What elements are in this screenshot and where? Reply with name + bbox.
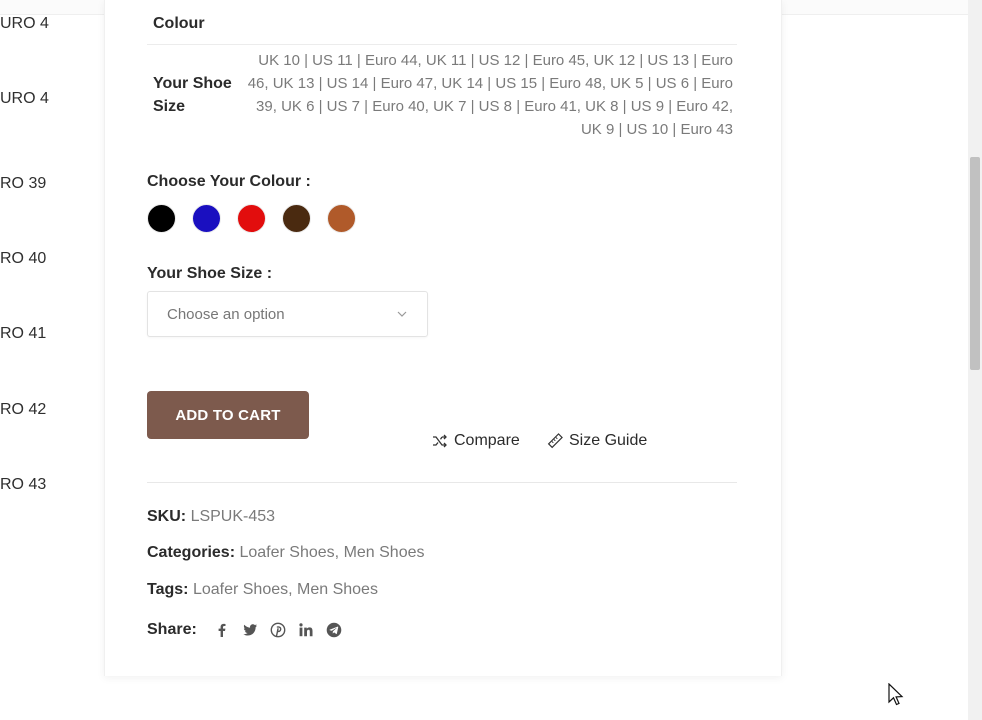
attribute-shoe-size-label: Your Shoe Size	[153, 75, 232, 115]
categories-label: Categories:	[147, 544, 236, 561]
tags-row: Tags: Loafer Shoes, Men Shoes	[147, 581, 378, 598]
sku-value: LSPUK-453	[190, 508, 276, 525]
left-size-item[interactable]: RO 42	[0, 401, 46, 419]
left-size-item[interactable]: RO 39	[0, 175, 46, 193]
left-size-item[interactable]: RO 41	[0, 325, 46, 343]
left-size-item[interactable]: RO 43	[0, 476, 46, 494]
colour-picker-label: Choose Your Colour :	[147, 173, 311, 190]
categories-row: Categories: Loafer Shoes, Men Shoes	[147, 544, 425, 561]
category-link[interactable]: Men Shoes	[344, 544, 425, 561]
swatch-tan-brown[interactable]	[327, 204, 356, 233]
tags-label: Tags:	[147, 581, 189, 598]
share-row: Share:	[147, 621, 343, 639]
left-size-item[interactable]: RO 40	[0, 250, 46, 268]
size-guide-link[interactable]: Size Guide	[547, 432, 647, 450]
sku-row: SKU: LSPUK-453	[147, 508, 275, 526]
ruler-icon	[547, 433, 563, 449]
compare-link[interactable]: Compare	[432, 432, 520, 450]
pinterest-icon[interactable]	[269, 621, 287, 639]
chevron-down-icon	[397, 311, 407, 317]
page-scrollbar[interactable]	[968, 0, 982, 720]
attribute-divider	[147, 44, 737, 45]
share-label: Share:	[147, 621, 197, 638]
meta-divider	[147, 482, 737, 483]
attribute-shoe-size-values: UK 10 | US 11 | Euro 44, UK 11 | US 12 |…	[247, 52, 733, 138]
linkedin-icon[interactable]	[297, 621, 315, 639]
shuffle-icon	[433, 434, 447, 448]
add-to-cart-button[interactable]: ADD TO CART	[147, 391, 309, 439]
swatch-dark-brown[interactable]	[282, 204, 311, 233]
left-size-list: URO 4 URO 4 RO 39 RO 40 RO 41 RO 42 RO 4…	[0, 0, 100, 720]
colour-swatches	[147, 204, 356, 234]
select-placeholder: Choose an option	[167, 305, 285, 323]
tag-link[interactable]: Men Shoes	[297, 581, 378, 598]
left-size-item[interactable]: URO 4	[0, 90, 49, 108]
mouse-cursor-icon	[888, 683, 904, 706]
attribute-colour-label: Colour	[153, 15, 205, 32]
size-picker-label: Your Shoe Size :	[147, 265, 273, 282]
twitter-icon[interactable]	[241, 621, 259, 639]
facebook-icon[interactable]	[213, 621, 231, 639]
category-link[interactable]: Loafer Shoes	[239, 544, 334, 561]
scrollbar-thumb[interactable]	[970, 157, 980, 370]
left-size-item[interactable]: URO 4	[0, 15, 49, 33]
swatch-black[interactable]	[147, 204, 176, 233]
swatch-blue[interactable]	[192, 204, 221, 233]
tag-link[interactable]: Loafer Shoes	[193, 581, 288, 598]
swatch-red[interactable]	[237, 204, 266, 233]
sku-label: SKU:	[147, 508, 187, 525]
size-guide-label: Size Guide	[569, 432, 648, 449]
telegram-icon[interactable]	[325, 621, 343, 639]
shoe-size-select[interactable]: Choose an option	[147, 291, 428, 337]
compare-label: Compare	[454, 432, 520, 449]
